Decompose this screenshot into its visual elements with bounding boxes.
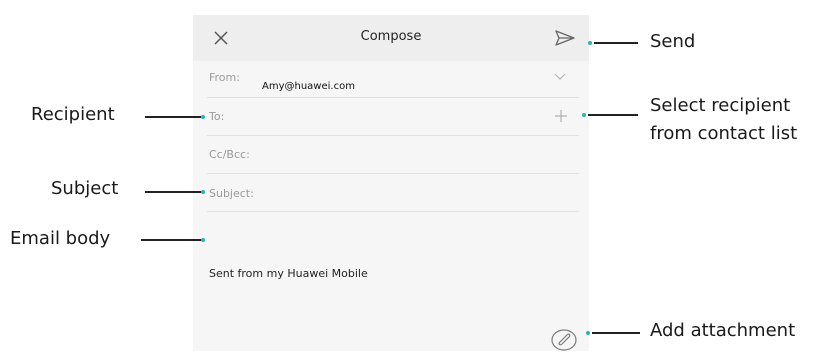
subject-field[interactable]: Subject: bbox=[209, 187, 254, 200]
add-attachment-pointer-dot bbox=[586, 331, 590, 335]
add-attachment-leader-line bbox=[592, 332, 640, 334]
email-body-leader-line bbox=[141, 239, 201, 241]
compose-toolbar: Compose bbox=[193, 15, 589, 61]
send-leader-line bbox=[594, 42, 638, 44]
chevron-down-icon[interactable] bbox=[554, 73, 566, 81]
cc-bcc-field[interactable]: Cc/Bcc: bbox=[209, 148, 250, 161]
from-field[interactable]: Amy@huawei.com bbox=[262, 81, 355, 92]
subject-callout: Subject bbox=[51, 178, 119, 199]
send-callout: Send bbox=[650, 31, 696, 52]
plus-icon[interactable] bbox=[555, 110, 567, 122]
add-attachment-callout: Add attachment bbox=[650, 320, 796, 341]
recipient-pointer-dot bbox=[201, 115, 205, 119]
email-body-pointer-dot bbox=[201, 238, 205, 242]
select-recipient-callout-line1: Select recipient bbox=[650, 95, 791, 116]
select-recipient-leader-line bbox=[588, 114, 638, 116]
divider bbox=[207, 135, 579, 136]
divider bbox=[207, 211, 579, 212]
email-body-field[interactable] bbox=[207, 215, 579, 255]
subject-leader-line bbox=[145, 191, 201, 193]
divider bbox=[207, 173, 579, 174]
from-label: From: bbox=[209, 71, 240, 84]
to-field[interactable]: To: bbox=[209, 110, 224, 123]
email-body-callout: Email body bbox=[10, 228, 111, 249]
send-pointer-dot bbox=[588, 41, 592, 45]
select-recipient-callout-line2: from contact list bbox=[650, 123, 798, 144]
send-icon[interactable] bbox=[555, 29, 575, 47]
paperclip-icon[interactable] bbox=[550, 328, 578, 352]
compose-screen: Compose From: Amy@huawei.com To: Cc/Bcc:… bbox=[193, 15, 589, 351]
page-title: Compose bbox=[360, 29, 422, 44]
recipient-leader-line bbox=[145, 116, 201, 118]
divider bbox=[207, 97, 579, 98]
select-recipient-pointer-dot bbox=[582, 113, 586, 117]
signature-text: Sent from my Huawei Mobile bbox=[209, 267, 368, 280]
subject-pointer-dot bbox=[201, 190, 205, 194]
recipient-callout: Recipient bbox=[31, 104, 115, 125]
